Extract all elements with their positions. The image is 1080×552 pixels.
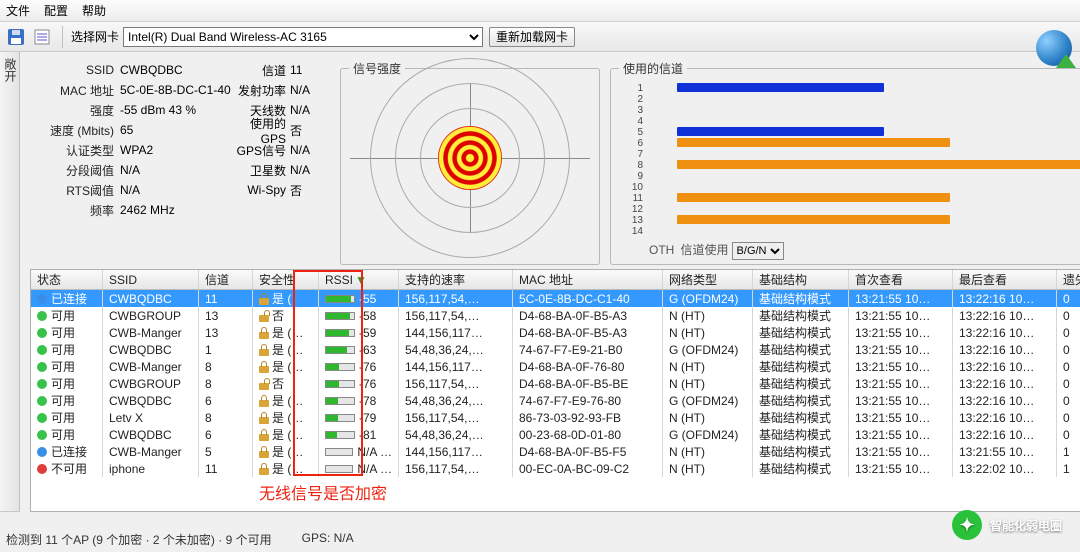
grid-header: 状态SSID信道安全性RSSI▼支持的速率MAC 地址网络类型基础结构首次查看最…: [31, 270, 1080, 290]
details-panel: SSIDCWBQDBC信道11 MAC 地址5C-0E-8B-DC-C1-40发…: [30, 60, 330, 265]
lock-icon: [259, 463, 269, 475]
wechat-icon: ✦: [952, 510, 982, 540]
label-speed: 速度 (Mbits): [30, 122, 120, 139]
value-ssid: CWBQDBC: [120, 63, 234, 77]
lock-icon: [259, 412, 269, 424]
value-strength: -55 dBm 43 %: [120, 103, 234, 117]
lock-icon: [259, 361, 269, 373]
label-wispy: Wi-Spy: [234, 183, 290, 197]
label-frag: 分段阈值: [30, 162, 120, 179]
signal-strength-title: 信号强度: [349, 60, 405, 77]
label-gpssig: GPS信号: [234, 142, 290, 159]
value-frag: N/A: [120, 163, 234, 177]
value-channel: 11: [290, 63, 330, 77]
label-ssid: SSID: [30, 63, 120, 77]
table-row[interactable]: 可用CWBGROUP13否-58156,117,54,…D4-68-BA-0F-…: [31, 307, 1080, 324]
table-row[interactable]: 可用Letv X8是 (…-79156,117,54,…86-73-03-92-…: [31, 409, 1080, 426]
label-mac: MAC 地址: [30, 82, 120, 99]
status-bar: 检测到 11 个AP (9 个加密 · 2 个未加密) · 9 个可用 GPS:…: [6, 531, 354, 548]
reload-nic-button[interactable]: 重新加载网卡: [489, 27, 575, 47]
watermark: ✦ 智能化弱电圈: [952, 510, 1062, 540]
channel-usage-panel: 使用的信道 1234567891011121314 OTH 信道使用 B/G/N: [610, 60, 1080, 265]
lock-icon: [259, 293, 269, 305]
notes-icon[interactable]: [32, 27, 52, 47]
channel-labels: 1234567891011121314: [619, 83, 647, 237]
col-header[interactable]: 最后查看: [953, 270, 1057, 289]
separator: [62, 26, 63, 48]
menu-help[interactable]: 帮助: [82, 2, 106, 19]
value-auth: WPA2: [120, 143, 234, 157]
col-header[interactable]: 遗失: [1057, 270, 1080, 289]
menu-file[interactable]: 文件: [6, 2, 30, 19]
status-gps: GPS: N/A: [302, 531, 354, 548]
channel-mode-select[interactable]: B/G/N: [732, 242, 784, 260]
col-header[interactable]: 基础结构: [753, 270, 849, 289]
menubar: 文件 配置 帮助: [0, 0, 1080, 22]
nic-label: 选择网卡: [71, 28, 119, 45]
channel-use-label: 信道使用: [680, 243, 728, 257]
label-strength: 强度: [30, 102, 120, 119]
lock-icon: [259, 327, 269, 339]
sidebar: 敞开 去掉 彩图 IP 连接 圣诞: [0, 52, 20, 512]
col-header[interactable]: RSSI▼: [319, 270, 399, 289]
radar-chart: [350, 83, 590, 233]
table-row[interactable]: 可用CWB-Manger13是 (…-59144,156,117…D4-68-B…: [31, 324, 1080, 341]
globe-icon[interactable]: [1036, 30, 1072, 66]
col-header[interactable]: 信道: [199, 270, 253, 289]
col-header[interactable]: SSID: [103, 270, 199, 289]
value-antenna: N/A: [290, 103, 330, 117]
table-row[interactable]: 可用CWBQDBC1是 (…-6354,48,36,24,…74-67-F7-E…: [31, 341, 1080, 358]
col-header[interactable]: 安全性: [253, 270, 319, 289]
col-header[interactable]: 支持的速率: [399, 270, 513, 289]
table-row[interactable]: 可用CWBQDBC6是 (…-8154,48,36,24,…00-23-68-0…: [31, 426, 1080, 443]
annotation-text: 无线信号是否加密: [259, 480, 387, 504]
table-row[interactable]: 已连接CWBQDBC11是 (-55156,117,54,…5C-0E-8B-D…: [31, 290, 1080, 307]
value-gps: 否: [290, 122, 330, 139]
nic-select[interactable]: Intel(R) Dual Band Wireless-AC 3165: [123, 27, 483, 47]
col-header[interactable]: 首次查看: [849, 270, 953, 289]
menu-config[interactable]: 配置: [44, 2, 68, 19]
save-icon[interactable]: [6, 27, 26, 47]
sidebar-tab-2[interactable]: 去掉: [0, 52, 2, 512]
sidebar-tab-1[interactable]: 敞开: [2, 52, 19, 512]
ap-grid: 状态SSID信道安全性RSSI▼支持的速率MAC 地址网络类型基础结构首次查看最…: [30, 269, 1080, 512]
label-sat: 卫星数: [234, 162, 290, 179]
table-row[interactable]: 可用CWBGROUP8否-76156,117,54,…D4-68-BA-0F-B…: [31, 375, 1080, 392]
value-gpssig: N/A: [290, 143, 330, 157]
value-speed: 65: [120, 123, 234, 137]
lock-icon: [259, 344, 269, 356]
lock-icon: [259, 395, 269, 407]
lock-icon: [259, 310, 269, 322]
label-rts: RTS阈值: [30, 182, 120, 199]
channel-usage-title: 使用的信道: [619, 60, 687, 77]
value-wispy: 否: [290, 182, 330, 199]
lock-icon: [259, 378, 269, 390]
value-freq: 2462 MHz: [120, 203, 330, 217]
label-channel: 信道: [234, 62, 290, 79]
col-header[interactable]: 状态: [31, 270, 103, 289]
watermark-text: 智能化弱电圈: [990, 517, 1062, 534]
signal-strength-panel: 信号强度: [340, 60, 600, 265]
status-ap-count: 检测到 11 个AP (9 个加密 · 2 个未加密) · 9 个可用: [6, 531, 272, 548]
table-row[interactable]: 不可用iphone11是 (…N/A …156,117,54,…00-EC-0A…: [31, 460, 1080, 477]
value-rts: N/A: [120, 183, 234, 197]
oth-label: OTH: [649, 243, 674, 257]
toolbar: 选择网卡 Intel(R) Dual Band Wireless-AC 3165…: [0, 22, 1080, 52]
channel-bars: [677, 83, 1080, 237]
table-row[interactable]: 已连接CWB-Manger5是 (…N/A …144,156,117…D4-68…: [31, 443, 1080, 460]
lock-icon: [259, 429, 269, 441]
label-auth: 认证类型: [30, 142, 120, 159]
value-sat: N/A: [290, 163, 330, 177]
value-txpower: N/A: [290, 83, 330, 97]
label-freq: 频率: [30, 202, 120, 219]
table-row[interactable]: 可用CWB-Manger8是 (…-76144,156,117…D4-68-BA…: [31, 358, 1080, 375]
value-mac: 5C-0E-8B-DC-C1-40: [120, 83, 234, 97]
lock-icon: [259, 446, 269, 458]
col-header[interactable]: 网络类型: [663, 270, 753, 289]
table-row[interactable]: 可用CWBQDBC6是 (…-7854,48,36,24,…74-67-F7-E…: [31, 392, 1080, 409]
grid-body: 已连接CWBQDBC11是 (-55156,117,54,…5C-0E-8B-D…: [31, 290, 1080, 477]
label-txpower: 发射功率: [234, 82, 290, 99]
col-header[interactable]: MAC 地址: [513, 270, 663, 289]
